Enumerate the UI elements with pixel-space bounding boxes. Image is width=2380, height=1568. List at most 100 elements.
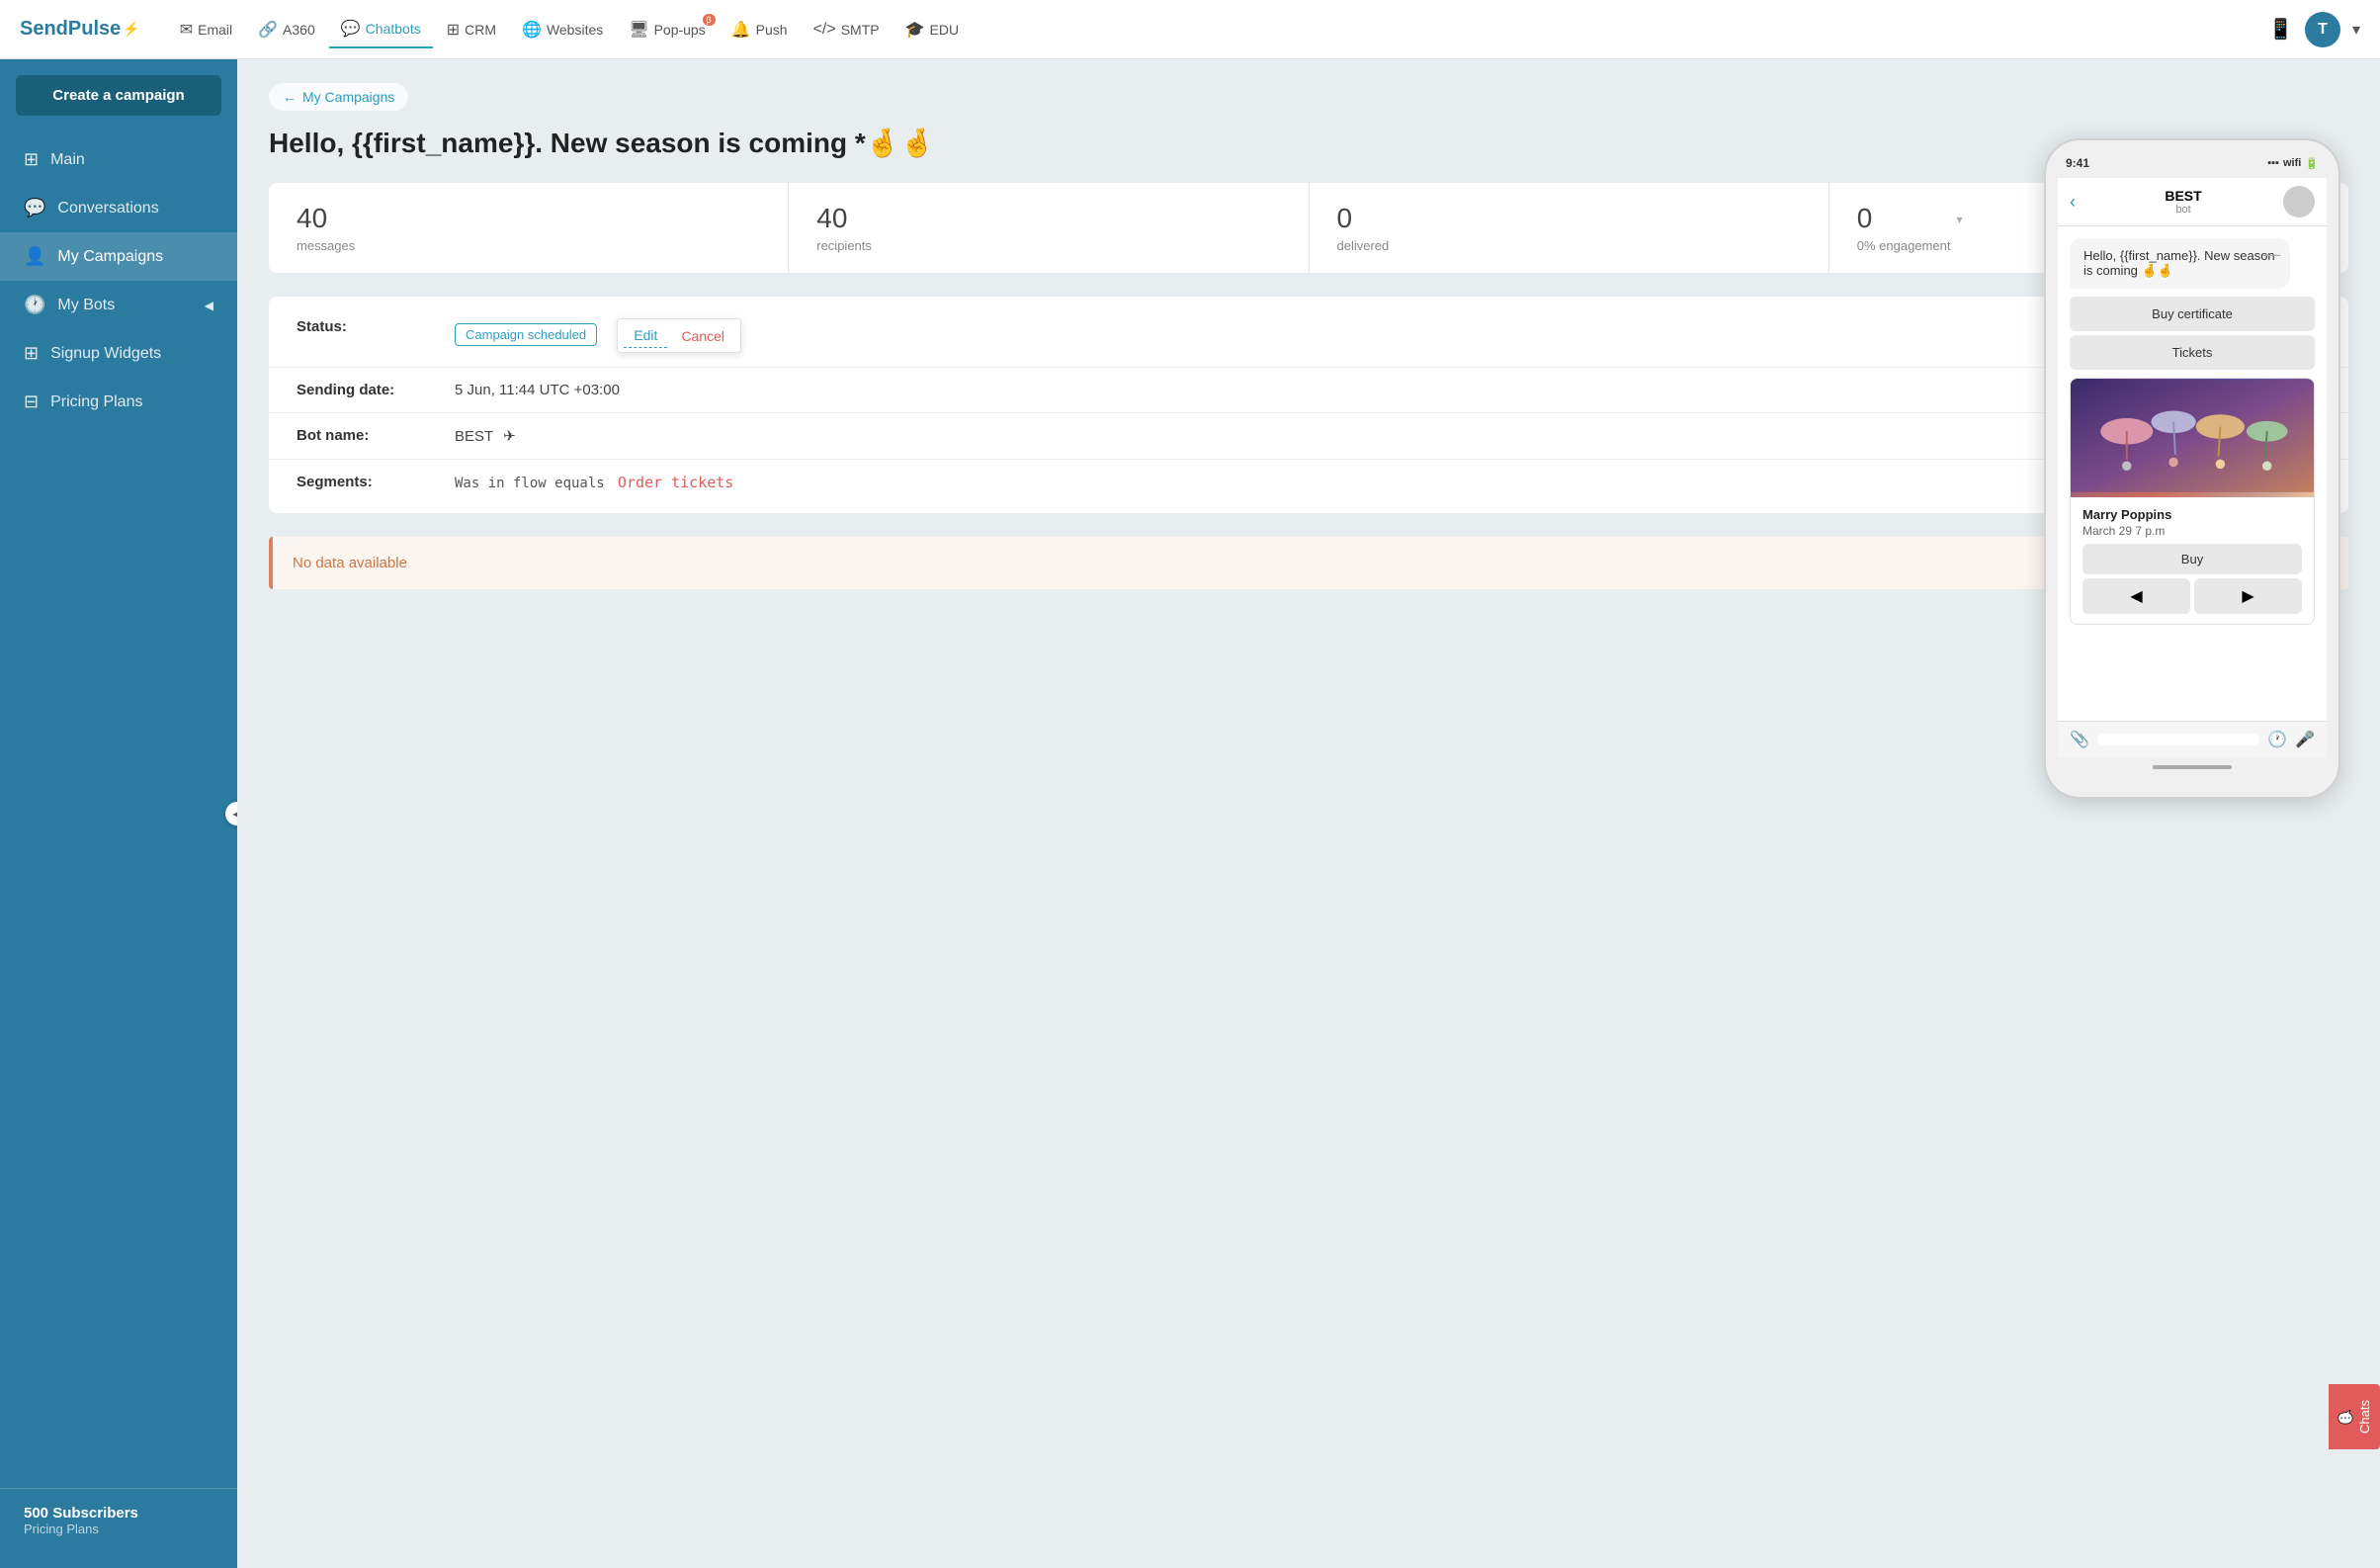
phone-chat-header: ‹ BEST bot <box>2058 178 2327 226</box>
pricing-plans-link[interactable]: Pricing Plans <box>24 1522 213 1536</box>
phone-back-button[interactable]: ‹ <box>2070 192 2076 213</box>
card-body: Marry Poppins March 29 7 p.m Buy ◀ ▶ <box>2071 497 2314 624</box>
pricing-plans-icon: ⊟ <box>24 392 39 412</box>
phone-message-input[interactable] <box>2097 734 2259 745</box>
segments-label: Segments: <box>297 474 455 490</box>
sidebar-item-main-label: Main <box>50 151 85 169</box>
main-icon: ⊞ <box>24 149 39 170</box>
edit-button[interactable]: Edit <box>624 323 667 348</box>
nav-email[interactable]: ✉ Email <box>168 12 244 47</box>
detail-row-status: Status: Campaign scheduled Edit Cancel <box>269 305 2348 368</box>
nav-crm[interactable]: ⊞ CRM <box>435 12 508 47</box>
wifi-icon: wifi <box>2283 157 2301 169</box>
my-campaigns-icon: 👤 <box>24 246 45 267</box>
topnav: SendPulse ⚡ ✉ Email 🔗 A360 💬 Chatbots ⊞ … <box>0 0 2380 59</box>
conversations-icon: 💬 <box>24 198 45 218</box>
phone-preview: 9:41 ▪▪▪ wifi 🔋 ‹ BEST bot <box>2044 138 2340 799</box>
logo[interactable]: SendPulse ⚡ <box>20 18 140 41</box>
phone-body: Hello, {{first_name}}. New season is com… <box>2058 226 2327 721</box>
nav-items: ✉ Email 🔗 A360 💬 Chatbots ⊞ CRM 🌐 Websit… <box>168 11 2264 48</box>
card-image <box>2071 379 2314 497</box>
sidebar-item-conversations[interactable]: 💬 Conversations <box>0 184 237 232</box>
stat-messages-value: 40 <box>297 203 760 234</box>
nav-chatbots[interactable]: 💬 Chatbots <box>329 11 433 48</box>
card-nav-left[interactable]: ◀ <box>2082 578 2190 614</box>
detail-row-bot-name: Bot name: BEST ✈ <box>269 413 2348 460</box>
card-nav-right[interactable]: ▶ <box>2194 578 2302 614</box>
card-umbrellas <box>2071 379 2314 497</box>
breadcrumb-arrow: ← <box>283 89 297 105</box>
sending-date-label: Sending date: <box>297 382 455 398</box>
nav-a360[interactable]: 🔗 A360 <box>246 12 327 47</box>
sending-date-value: 5 Jun, 11:44 UTC +03:00 <box>455 382 2321 398</box>
nav-email-label: Email <box>198 22 232 38</box>
card-buy-button[interactable]: Buy <box>2082 544 2302 574</box>
sidebar-item-main[interactable]: ⊞ Main <box>0 135 237 184</box>
mic-icon[interactable]: 🎤 <box>2295 730 2315 749</box>
sidebar-item-my-campaigns[interactable]: 👤 My Campaigns <box>0 232 237 281</box>
sidebar-item-pricing-plans[interactable]: ⊟ Pricing Plans <box>0 378 237 426</box>
breadcrumb[interactable]: ← My Campaigns <box>269 83 408 111</box>
phone-status-bar: 9:41 ▪▪▪ wifi 🔋 <box>2058 156 2327 178</box>
nav-push[interactable]: 🔔 Push <box>720 12 800 47</box>
status-value: Campaign scheduled Edit Cancel <box>455 318 2321 353</box>
stats-row: 40 messages 40 recipients 0 delivered 0 … <box>269 183 2348 273</box>
content-area: ← My Campaigns Hello, {{first_name}}. Ne… <box>237 59 2380 1568</box>
stat-delivered-value: 0 <box>1337 203 1801 234</box>
mobile-icon[interactable]: 📱 <box>2268 17 2293 42</box>
phone-bottom-bar <box>2058 757 2327 773</box>
stat-recipients-label: recipients <box>816 238 1280 253</box>
card-nav-row: ◀ ▶ <box>2082 578 2302 614</box>
user-menu-arrow[interactable]: ▾ <box>2352 20 2360 40</box>
card-subtitle: March 29 7 p.m <box>2082 524 2302 538</box>
phone-status-right: ▪▪▪ wifi 🔋 <box>2267 157 2319 170</box>
sidebar-item-my-bots[interactable]: 🕐 My Bots ◀ <box>0 281 237 329</box>
smtp-icon: </> <box>813 21 836 39</box>
sidebar-item-conversations-label: Conversations <box>57 200 158 218</box>
segments-value: Was in flow equals Order tickets <box>455 474 2321 491</box>
phone-bot-sub: bot <box>2083 204 2283 216</box>
nav-smtp-label: SMTP <box>841 22 880 38</box>
bot-name-value: BEST ✈ <box>455 427 2321 445</box>
detail-row-sending-date: Sending date: 5 Jun, 11:44 UTC +03:00 <box>269 368 2348 413</box>
email-icon: ✉ <box>180 20 193 40</box>
my-bots-icon: 🕐 <box>24 295 45 315</box>
buy-certificate-button[interactable]: Buy certificate <box>2070 297 2315 331</box>
sidebar: Create a campaign ⊞ Main 💬 Conversations… <box>0 59 237 1568</box>
main-layout: Create a campaign ⊞ Main 💬 Conversations… <box>0 59 2380 1568</box>
create-campaign-button[interactable]: Create a campaign <box>16 75 221 116</box>
clock-icon[interactable]: 🕐 <box>2267 730 2287 749</box>
attachment-icon[interactable]: 📎 <box>2070 730 2089 749</box>
popups-icon: 🖥 <box>629 20 648 40</box>
telegram-icon: ✈ <box>503 428 516 445</box>
logo-text: SendPulse <box>20 18 121 41</box>
stat-recipients-value: 40 <box>816 203 1280 234</box>
chats-button[interactable]: 💬 Chats <box>2329 1384 2380 1449</box>
user-avatar[interactable]: T <box>2305 12 2340 47</box>
subscribers-count: 500 Subscribers <box>24 1505 213 1522</box>
phone-input-bar: 📎 🕐 🎤 <box>2058 721 2327 757</box>
tickets-button[interactable]: Tickets <box>2070 335 2315 370</box>
chat-buttons: Buy certificate Tickets <box>2070 297 2315 370</box>
nav-edu[interactable]: 🎓 EDU <box>893 12 971 47</box>
card-title: Marry Poppins <box>2082 507 2302 522</box>
my-bots-arrow: ◀ <box>205 299 213 312</box>
stat-messages: 40 messages <box>269 183 789 273</box>
nav-smtp[interactable]: </> SMTP <box>802 13 892 46</box>
stat-engagement-value: 0 <box>1857 203 1951 234</box>
nav-chatbots-label: Chatbots <box>366 21 421 37</box>
sidebar-item-signup-widgets[interactable]: ⊞ Signup Widgets <box>0 329 237 378</box>
chat-dash: — <box>2262 244 2280 265</box>
segments-prefix: Was in flow equals <box>455 476 605 491</box>
nav-popups[interactable]: 🖥 Pop-ups β <box>617 12 717 47</box>
phone-bot-name: BEST <box>2083 188 2283 204</box>
engagement-arrow-icon: ▾ <box>1956 213 1962 226</box>
breadcrumb-label: My Campaigns <box>302 89 394 105</box>
detail-row-segments: Segments: Was in flow equals Order ticke… <box>269 460 2348 505</box>
nav-websites[interactable]: 🌐 Websites <box>510 12 615 47</box>
phone-frame: 9:41 ▪▪▪ wifi 🔋 ‹ BEST bot <box>2044 138 2340 799</box>
nav-crm-label: CRM <box>465 22 496 38</box>
nav-edu-label: EDU <box>930 22 960 38</box>
beta-badge: β <box>703 14 716 26</box>
cancel-button[interactable]: Cancel <box>671 324 734 348</box>
